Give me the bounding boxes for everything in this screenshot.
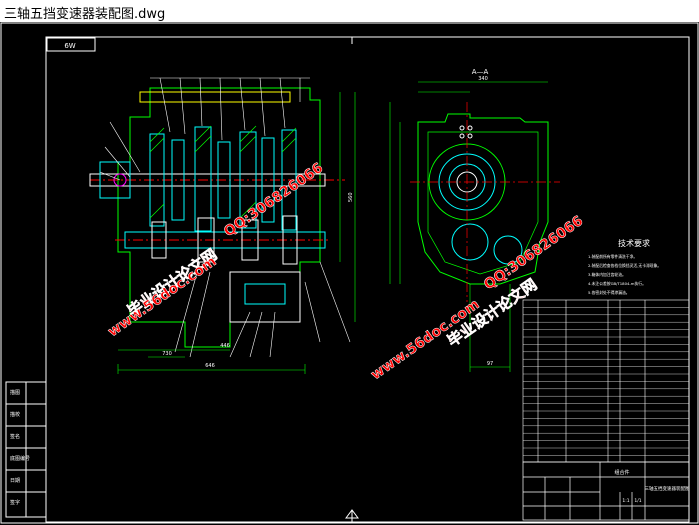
reverse-idler-housing xyxy=(229,271,301,323)
cad-viewer-window: 三轴五挡变速器装配图.dwg 6W 描图 描校 签名 底图编号 日期 签字 64… xyxy=(0,0,699,525)
shift-rail xyxy=(139,91,291,103)
side-stamp-block xyxy=(5,381,47,518)
watermark-url-1: www.56doc.com xyxy=(105,253,219,340)
side-stamp-label: 签字 xyxy=(10,499,20,506)
main-shaft-gears xyxy=(149,126,297,232)
bolt-hole-3 xyxy=(459,133,465,139)
parts-list-table xyxy=(522,299,690,463)
drawing-canvas[interactable]: 6W 描图 描校 签名 底图编号 日期 签字 646 446 730 560 A… xyxy=(0,22,699,525)
dim-section-width: 340 xyxy=(478,76,488,82)
bolt-hole-2 xyxy=(467,125,473,131)
dim-bottom-left: 730 xyxy=(162,351,172,357)
window-titlebar: 三轴五挡变速器装配图.dwg xyxy=(0,0,699,23)
tech-req-item: 5.各密封处不得渗漏油。 xyxy=(588,290,630,295)
tech-req-items: 1.装配前所有零件清洗干净。 2.装配后检查各档位换挡灵活,无卡滞现象。 3.箱体内… xyxy=(588,254,661,295)
tech-req-item: 1.装配前所有零件清洗干净。 xyxy=(588,254,637,259)
corner-tag: 6W xyxy=(64,42,75,50)
side-stamp-label: 日期 xyxy=(10,478,20,484)
dim-overall-length: 646 xyxy=(205,363,215,369)
title-block-material: 组合件 xyxy=(614,469,629,476)
side-stamp-label: 描图 xyxy=(10,389,20,396)
title-block-name: 三轴五挡变速器装配图 xyxy=(645,485,690,492)
title-block-sheet: 1/1 xyxy=(634,498,641,504)
reverse-idler-gear xyxy=(244,283,286,305)
section-label: A—A xyxy=(472,68,489,76)
window-title: 三轴五挡变速器装配图.dwg xyxy=(4,7,166,22)
parts-list-rows xyxy=(523,307,689,456)
tech-req-item: 4.未注公差按GB/T1804-m执行。 xyxy=(588,281,646,286)
dim-base-length: 446 xyxy=(220,343,230,349)
tech-req-title: 技术要求 xyxy=(618,238,650,248)
dim-side-height: 560 xyxy=(348,192,354,202)
bolt-hole-1 xyxy=(459,125,465,131)
counter-gear-section xyxy=(451,223,489,261)
side-stamp-label: 描校 xyxy=(10,411,20,418)
title-block-scale: 1:1 xyxy=(622,498,629,504)
technical-requirements: 技术要求 1.装配前所有零件清洗干净。 2.装配后检查各档位换挡灵活,无卡滞现象。… xyxy=(588,238,661,295)
inner-border xyxy=(45,36,690,523)
side-stamp-label: 签名 xyxy=(10,433,20,440)
bolt-hole-4 xyxy=(467,133,473,139)
side-stamp-label: 底图编号 xyxy=(10,455,30,462)
assembly-drawing[interactable]: 6W 描图描校签名底图编号日期签字 646 446 730 560 A—A 34… xyxy=(0,22,699,525)
part-leader-lines-top xyxy=(150,77,310,141)
tech-req-item: 2.装配后检查各档位换挡灵活,无卡滞现象。 xyxy=(588,263,661,268)
tech-req-item: 3.箱体内加注齿轮油。 xyxy=(588,272,626,277)
dim-right-height: 97 xyxy=(487,361,493,367)
